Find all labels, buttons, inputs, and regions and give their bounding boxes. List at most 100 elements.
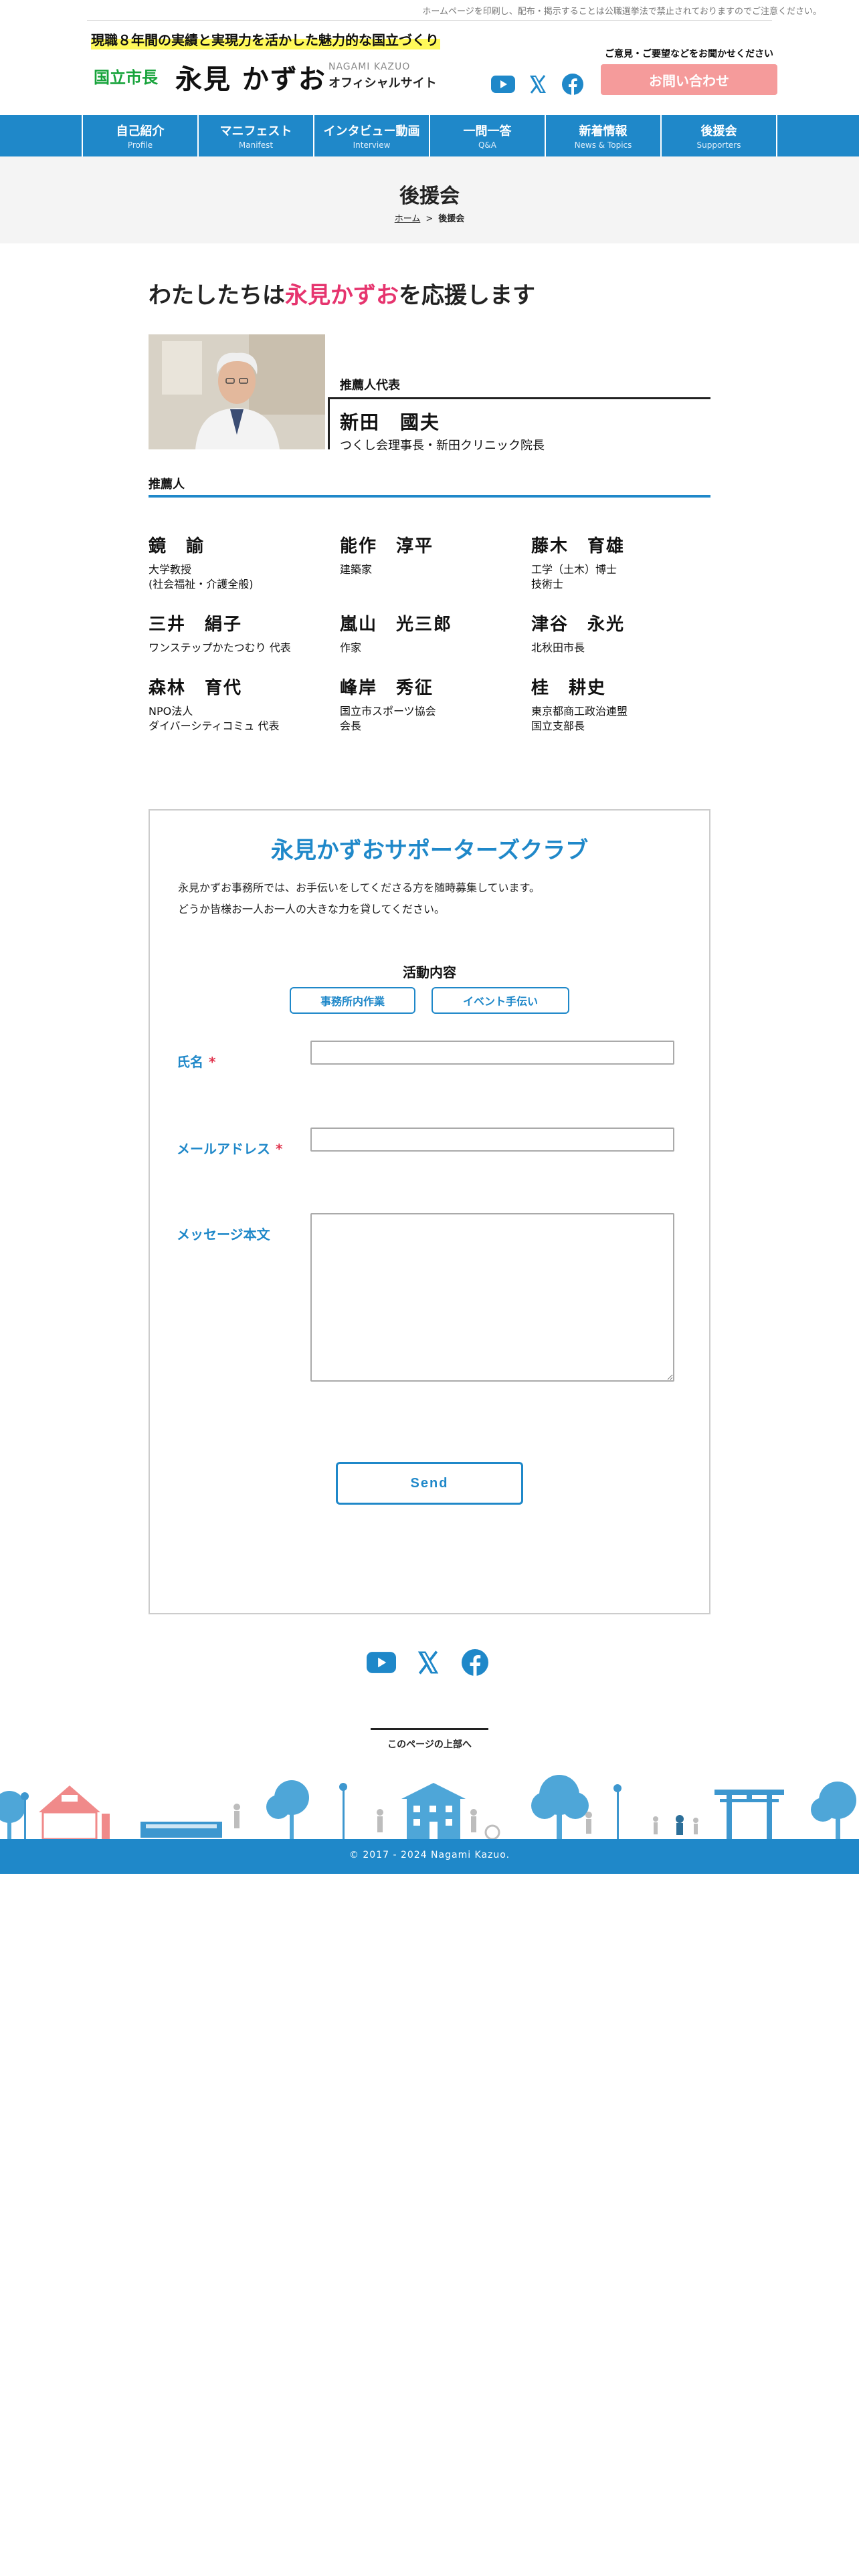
supporter-name: 嵐山 光三郎: [340, 615, 453, 635]
representative-name: 新田 國夫: [340, 411, 441, 433]
nav-label: 新着情報: [579, 124, 628, 138]
support-heading: わたしたちは永見かずおを応援します: [149, 277, 535, 310]
nav-sublabel: Manifest: [238, 140, 274, 150]
nav-item-news[interactable]: 新着情報 News & Topics: [546, 115, 662, 156]
club-description: 永見かずお事務所では、お手伝いをしてくださる方を随時募集しています。 どうか皆様…: [178, 877, 540, 920]
supporter-role: 国立市スポーツ協会 会長: [340, 705, 436, 732]
send-button[interactable]: Send: [336, 1462, 523, 1505]
supporter-name: 森林 育代: [149, 678, 243, 698]
email-field[interactable]: [310, 1128, 674, 1152]
nav-item-manifest[interactable]: マニフェスト Manifest: [199, 115, 314, 156]
supporter-name: 鏡 諭: [149, 536, 205, 556]
supporter-item: 藤木 育雄工学（土木）博士 技術士: [531, 532, 723, 592]
supporter-name: 桂 耕史: [531, 678, 607, 698]
x-icon[interactable]: [526, 72, 550, 96]
divider: [149, 495, 710, 498]
supporter-name: 津谷 永光: [531, 615, 626, 635]
supporter-role: 大学教授 (社会福祉・介護全般): [149, 563, 254, 591]
name-roman: NAGAMI KAZUO: [328, 62, 411, 72]
supporter-name: 能作 淳平: [340, 536, 434, 556]
mayor-name[interactable]: 永見 かずお: [175, 58, 326, 96]
club-description-line: 永見かずお事務所では、お手伝いをしてくださる方を随時募集しています。: [178, 881, 540, 894]
youtube-icon[interactable]: [367, 1648, 396, 1677]
nav-sublabel: Profile: [127, 140, 153, 150]
supporter-item: 能作 淳平 建築家: [340, 532, 531, 592]
supporter-item: 桂 耕史東京都商工政治連盟 国立支部長: [531, 674, 723, 734]
tagline: 現職８年間の実績と実現力を活かした魅力的な国立づくり: [91, 32, 439, 48]
breadcrumb: ホーム > 後援会: [0, 211, 859, 224]
breadcrumb-separator: >: [425, 214, 434, 224]
supporter-role: 工学（土木）博士 技術士: [531, 563, 617, 591]
supporter-role: 建築家: [340, 563, 373, 576]
nav-label: 自己紹介: [116, 124, 165, 138]
facebook-icon[interactable]: [460, 1648, 490, 1677]
nav-sublabel: Q&A: [478, 140, 496, 150]
facebook-icon[interactable]: [561, 72, 585, 96]
nav-sublabel: Interview: [353, 140, 391, 150]
nav-label: インタビュー動画: [323, 124, 420, 138]
supporter-name: 三井 絹子: [149, 615, 243, 635]
activity-event-help-button[interactable]: イベント手伝い: [432, 987, 569, 1014]
activity-options: 事務所内作業 イベント手伝い: [149, 987, 710, 1014]
footer-social-links: [367, 1648, 490, 1677]
x-icon[interactable]: [413, 1648, 443, 1677]
nav-item-supporters[interactable]: 後援会 Supporters: [662, 115, 777, 156]
representative-label: 推薦人代表: [340, 379, 400, 393]
required-mark: *: [276, 1141, 283, 1157]
nav-label: 一問一答: [463, 124, 512, 138]
supporter-item: 鏡 諭大学教授 (社会福祉・介護全般): [149, 532, 340, 592]
support-heading-name: 永見かずお: [285, 282, 399, 309]
copyright: © 2017 - 2024 Nagami Kazuo.: [349, 1850, 510, 1860]
nav-item-profile[interactable]: 自己紹介 Profile: [83, 115, 199, 156]
contact-button[interactable]: お問い合わせ: [601, 64, 777, 95]
nav-sublabel: Supporters: [696, 140, 741, 150]
activity-label: 活動内容: [403, 964, 456, 980]
townscape-illustration: [0, 1775, 856, 1839]
breadcrumb-home-link[interactable]: ホーム: [395, 214, 421, 224]
top-notice: ホームページを印刷し、配布・掲示することは公職選挙法で禁止されておりますのでご注…: [422, 7, 822, 17]
breadcrumb-current: 後援会: [438, 214, 465, 224]
divider: [371, 1728, 488, 1730]
nav-label: マニフェスト: [219, 124, 292, 138]
supporter-name: 藤木 育雄: [531, 536, 626, 556]
nav-label: 後援会: [700, 124, 737, 138]
representative-photo: [149, 334, 325, 449]
name-label: 氏名 *: [177, 1051, 215, 1071]
global-nav: 自己紹介 Profile マニフェスト Manifest インタビュー動画 Inter…: [0, 115, 859, 156]
page-top-link[interactable]: このページの上部へ: [0, 1737, 859, 1751]
supporter-item: 峰岸 秀征国立市スポーツ協会 会長: [340, 674, 531, 734]
supporter-item: 三井 絹子ワンステップかたつむり 代表: [149, 611, 340, 655]
nav-item-interview[interactable]: インタビュー動画 Interview: [314, 115, 430, 156]
supporter-role: 北秋田市長: [531, 641, 585, 654]
contact-label: ご意見・ご要望などをお聞かせください: [605, 49, 773, 60]
supporter-item: 嵐山 光三郎 作家: [340, 611, 531, 655]
supporter-name: 峰岸 秀征: [340, 678, 434, 698]
nav-sublabel: News & Topics: [574, 140, 632, 150]
support-heading-post: を応援します: [399, 282, 535, 309]
email-label-text: メールアドレス: [177, 1141, 270, 1157]
supporter-role: 作家: [340, 641, 362, 654]
activity-office-work-button[interactable]: 事務所内作業: [290, 987, 415, 1014]
supporter-item: 津谷 永光北秋田市長: [531, 611, 723, 655]
supporters-label: 推薦人: [149, 477, 185, 492]
divider: [328, 397, 710, 399]
mayor-title: 国立市長: [94, 68, 158, 87]
header-social-links: [491, 72, 585, 96]
club-description-line: どうか皆様お一人お一人の大きな力を貸してください。: [178, 903, 446, 916]
official-site-label: オフィシャルサイト: [328, 76, 437, 90]
message-field[interactable]: [310, 1213, 674, 1382]
email-label: メールアドレス *: [177, 1138, 282, 1158]
youtube-icon[interactable]: [491, 72, 515, 96]
nav-item-qa[interactable]: 一問一答 Q&A: [430, 115, 546, 156]
supporter-role: NPO法人 ダイバーシティコミュ 代表: [149, 705, 280, 732]
support-heading-pre: わたしたちは: [149, 282, 285, 309]
required-mark: *: [209, 1054, 216, 1070]
divider: [87, 20, 772, 21]
club-title: 永見かずおサポーターズクラブ: [270, 837, 589, 864]
supporter-role: ワンステップかたつむり 代表: [149, 641, 291, 654]
name-field[interactable]: [310, 1041, 674, 1065]
supporter-item: 森林 育代 NPO法人 ダイバーシティコミュ 代表: [149, 674, 340, 734]
message-label: メッセージ本文: [177, 1226, 270, 1243]
supporter-role: 東京都商工政治連盟 国立支部長: [531, 705, 628, 732]
name-label-text: 氏名: [177, 1054, 203, 1070]
